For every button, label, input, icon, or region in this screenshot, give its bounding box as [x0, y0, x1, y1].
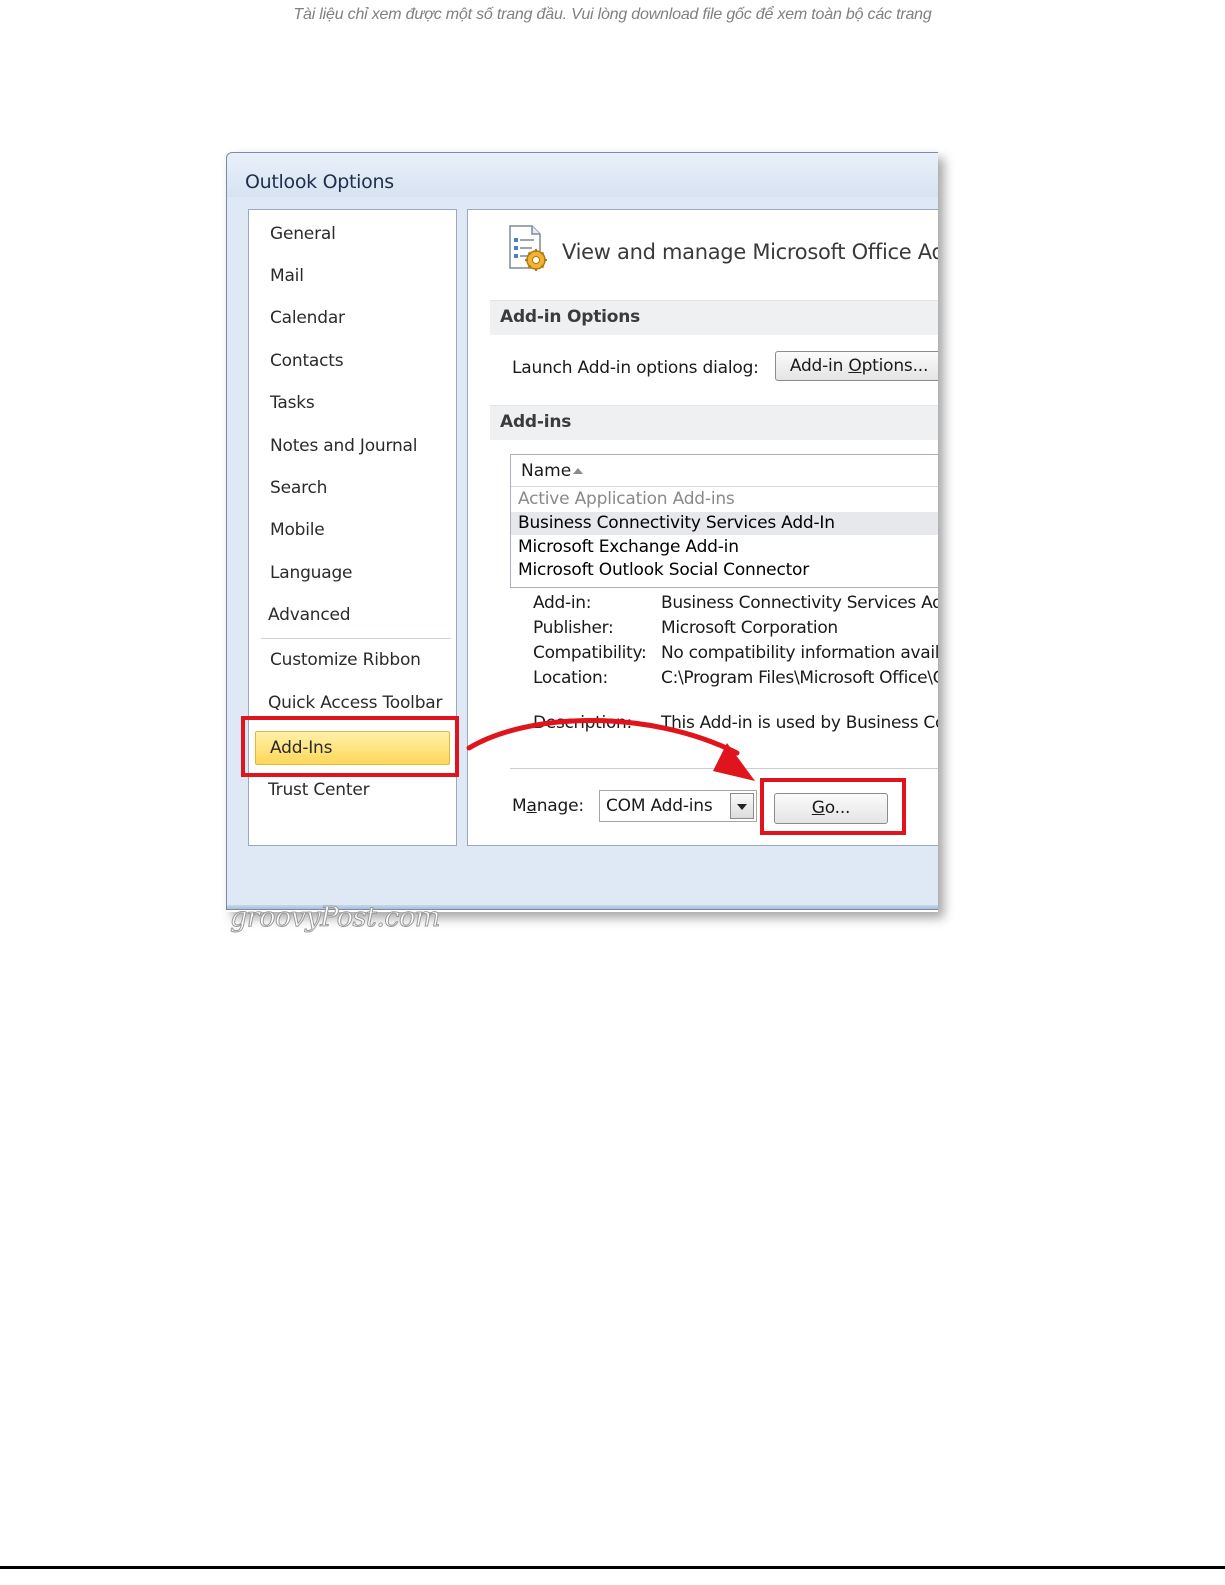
- page-bottom-rule: [0, 1566, 1225, 1569]
- addin-options-section-title: Add-in Options: [500, 307, 641, 327]
- nav-item-contacts[interactable]: Contacts: [270, 351, 344, 371]
- launch-addin-options-label: Launch Add-in options dialog:: [512, 358, 759, 378]
- title-bar[interactable]: Outlook Options: [227, 153, 938, 197]
- nav-item-quick-access-toolbar[interactable]: Quick Access Toolbar: [268, 693, 442, 713]
- detail-location-value: C:\Program Files\Microsoft Office\Office…: [661, 668, 938, 688]
- nav-item-tasks[interactable]: Tasks: [270, 393, 315, 413]
- list-header: Name: [511, 455, 938, 487]
- window-title: Outlook Options: [245, 171, 394, 193]
- add-ins-callout-box: [241, 716, 459, 777]
- go-button-callout-box: [760, 778, 906, 835]
- detail-compatibility-label: Compatibility:: [533, 643, 647, 663]
- addins-page-icon: [509, 225, 547, 271]
- addin-options-button-label-post: ptions...: [861, 356, 929, 376]
- nav-item-trust-center[interactable]: Trust Center: [268, 780, 370, 800]
- sort-ascending-icon: [573, 468, 583, 474]
- nav-item-search[interactable]: Search: [270, 478, 327, 498]
- detail-location-label: Location:: [533, 668, 608, 688]
- addins-section: Add-ins: [490, 405, 938, 440]
- detail-compatibility-value: No compatibility information available: [661, 643, 938, 663]
- addins-list[interactable]: Name Active Application Add-ins Business…: [510, 454, 938, 588]
- nav-item-calendar[interactable]: Calendar: [270, 308, 345, 328]
- nav-item-mobile[interactable]: Mobile: [270, 520, 325, 540]
- list-row-business-connectivity[interactable]: Business Connectivity Services Add-In: [511, 512, 938, 535]
- addin-options-section: Add-in Options: [490, 300, 938, 335]
- manage-label: Manage:: [512, 796, 584, 816]
- column-header-name[interactable]: Name: [521, 461, 571, 481]
- list-row-social-connector[interactable]: Microsoft Outlook Social Connector: [511, 559, 938, 582]
- nav-item-general[interactable]: General: [270, 224, 336, 244]
- preview-notice: Tài liệu chỉ xem được một số trang đầu. …: [293, 6, 932, 23]
- outlook-options-window: Outlook Options General Mail Calendar Co…: [226, 152, 938, 910]
- detail-publisher-value: Microsoft Corporation: [661, 618, 838, 638]
- manage-label-accel: a: [526, 796, 537, 816]
- addin-options-button[interactable]: Add-in Options...: [775, 351, 938, 381]
- addins-pane: View and manage Microsoft Office Add-ins…: [467, 209, 938, 846]
- nav-item-mail[interactable]: Mail: [270, 266, 304, 286]
- detail-addin-value: Business Connectivity Services Add-In: [661, 593, 938, 613]
- list-row-exchange[interactable]: Microsoft Exchange Add-in: [511, 536, 938, 559]
- detail-description-value: This Add-in is used by Business Connecti…: [661, 713, 938, 733]
- addin-options-button-accel: O: [848, 356, 862, 376]
- addins-section-title: Add-ins: [500, 412, 572, 432]
- screenshot-frame: Outlook Options General Mail Calendar Co…: [226, 152, 938, 912]
- detail-addin-label: Add-in:: [533, 593, 592, 613]
- list-group-header: Active Application Add-ins: [518, 489, 735, 509]
- page-heading: View and manage Microsoft Office Add-ins: [562, 240, 938, 264]
- manage-divider: [510, 768, 938, 769]
- nav-item-notes-and-journal[interactable]: Notes and Journal: [270, 436, 417, 456]
- nav-item-customize-ribbon[interactable]: Customize Ribbon: [270, 650, 421, 670]
- detail-description-label: Description:: [533, 713, 632, 733]
- manage-select-value: COM Add-ins: [606, 796, 713, 816]
- nav-item-language[interactable]: Language: [270, 563, 352, 583]
- addin-options-button-label-pre: Add-in: [789, 356, 849, 376]
- watermark-logo: groovyPost.com: [230, 902, 441, 934]
- nav-separator: [261, 638, 451, 639]
- chevron-down-icon[interactable]: [730, 793, 754, 819]
- nav-item-advanced[interactable]: Advanced: [268, 605, 351, 625]
- detail-publisher-label: Publisher:: [533, 618, 614, 638]
- manage-select[interactable]: COM Add-ins: [599, 790, 757, 822]
